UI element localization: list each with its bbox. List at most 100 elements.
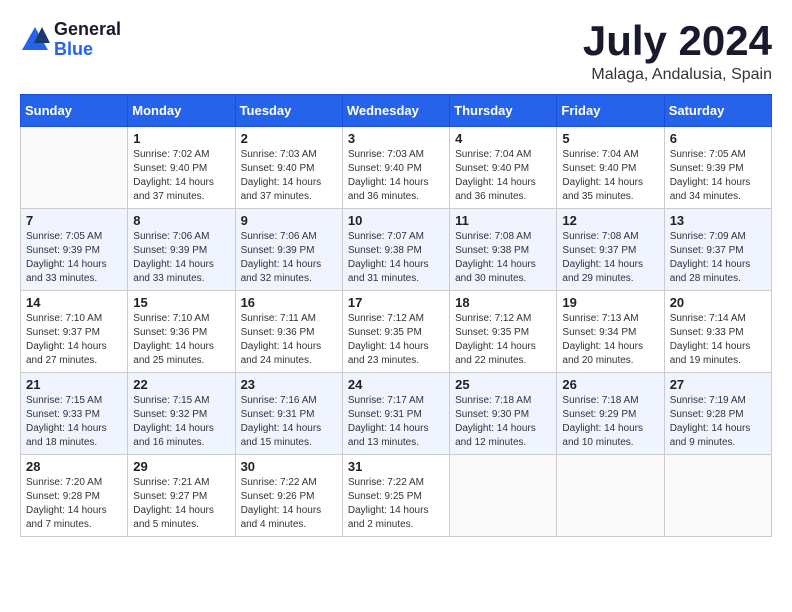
- day-number: 18: [455, 295, 551, 310]
- calendar-header-saturday: Saturday: [664, 95, 771, 127]
- day-number: 10: [348, 213, 444, 228]
- day-number: 31: [348, 459, 444, 474]
- calendar-header-friday: Friday: [557, 95, 664, 127]
- day-info: Sunrise: 7:04 AMSunset: 9:40 PMDaylight:…: [562, 148, 658, 204]
- calendar-cell: 23 Sunrise: 7:16 AMSunset: 9:31 PMDayligh…: [235, 373, 342, 455]
- day-number: 19: [562, 295, 658, 310]
- logo-icon: [20, 25, 50, 55]
- calendar-cell: 27Sunrise: 7:19 AMSunset: 9:28 PMDayligh…: [664, 373, 771, 455]
- day-number: 4: [455, 131, 551, 146]
- calendar-week-row: 21 Sunrise: 7:15 AMSunset: 9:33 PMDayligh…: [21, 373, 772, 455]
- month-title: July 2024: [583, 20, 772, 62]
- day-number: 11: [455, 213, 551, 228]
- calendar-cell: 9 Sunrise: 7:06 AMSunset: 9:39 PMDaylight…: [235, 209, 342, 291]
- calendar-cell: 29 Sunrise: 7:21 AMSunset: 9:27 PMDayligh…: [128, 455, 235, 537]
- logo: General Blue: [20, 20, 121, 60]
- day-info: Sunrise: 7:02 AMSunset: 9:40 PMDaylight:…: [133, 148, 229, 204]
- logo-blue: Blue: [54, 40, 121, 60]
- day-info: Sunrise: 7:20 AMSunset: 9:28 PMDaylight:…: [26, 476, 122, 532]
- calendar-cell: 25Sunrise: 7:18 AMSunset: 9:30 PMDayligh…: [450, 373, 557, 455]
- day-info: Sunrise: 7:19 AMSunset: 9:28 PMDaylight:…: [670, 394, 766, 450]
- day-number: 14: [26, 295, 122, 310]
- calendar-cell: 26 Sunrise: 7:18 AMSunset: 9:29 PMDayligh…: [557, 373, 664, 455]
- day-info: Sunrise: 7:10 AMSunset: 9:37 PMDaylight:…: [26, 312, 122, 368]
- day-number: 3: [348, 131, 444, 146]
- location-title: Malaga, Andalusia, Spain: [583, 66, 772, 84]
- calendar-cell: 31 Sunrise: 7:22 AMSunset: 9:25 PMDayligh…: [342, 455, 449, 537]
- calendar-cell: 17 Sunrise: 7:12 AMSunset: 9:35 PMDayligh…: [342, 291, 449, 373]
- day-info: Sunrise: 7:10 AMSunset: 9:36 PMDaylight:…: [133, 312, 229, 368]
- day-info: Sunrise: 7:09 AMSunset: 9:37 PMDaylight:…: [670, 230, 766, 286]
- calendar-cell: 28Sunrise: 7:20 AMSunset: 9:28 PMDayligh…: [21, 455, 128, 537]
- day-number: 2: [241, 131, 337, 146]
- calendar-cell: 12Sunrise: 7:08 AMSunset: 9:37 PMDayligh…: [557, 209, 664, 291]
- day-info: Sunrise: 7:03 AMSunset: 9:40 PMDaylight:…: [241, 148, 337, 204]
- day-info: Sunrise: 7:15 AMSunset: 9:33 PMDaylight:…: [26, 394, 122, 450]
- calendar-cell: [450, 455, 557, 537]
- day-info: Sunrise: 7:15 AMSunset: 9:32 PMDaylight:…: [133, 394, 229, 450]
- day-info: Sunrise: 7:05 AMSunset: 9:39 PMDaylight:…: [670, 148, 766, 204]
- calendar-header-monday: Monday: [128, 95, 235, 127]
- day-info: Sunrise: 7:14 AMSunset: 9:33 PMDaylight:…: [670, 312, 766, 368]
- day-info: Sunrise: 7:22 AMSunset: 9:25 PMDaylight:…: [348, 476, 444, 532]
- calendar-cell: [664, 455, 771, 537]
- calendar-cell: 21 Sunrise: 7:15 AMSunset: 9:33 PMDayligh…: [21, 373, 128, 455]
- day-info: Sunrise: 7:16 AMSunset: 9:31 PMDaylight:…: [241, 394, 337, 450]
- calendar-cell: 8Sunrise: 7:06 AMSunset: 9:39 PMDaylight…: [128, 209, 235, 291]
- calendar-week-row: 14 Sunrise: 7:10 AMSunset: 9:37 PMDayligh…: [21, 291, 772, 373]
- day-info: Sunrise: 7:12 AMSunset: 9:35 PMDaylight:…: [455, 312, 551, 368]
- day-number: 7: [26, 213, 122, 228]
- day-info: Sunrise: 7:12 AMSunset: 9:35 PMDaylight:…: [348, 312, 444, 368]
- day-info: Sunrise: 7:05 AMSunset: 9:39 PMDaylight:…: [26, 230, 122, 286]
- logo-general: General: [54, 20, 121, 40]
- calendar-table: SundayMondayTuesdayWednesdayThursdayFrid…: [20, 94, 772, 537]
- calendar-cell: 30Sunrise: 7:22 AMSunset: 9:26 PMDayligh…: [235, 455, 342, 537]
- calendar-cell: 5 Sunrise: 7:04 AMSunset: 9:40 PMDaylight…: [557, 127, 664, 209]
- page-header: General Blue July 2024 Malaga, Andalusia…: [20, 20, 772, 84]
- calendar-cell: 4 Sunrise: 7:04 AMSunset: 9:40 PMDaylight…: [450, 127, 557, 209]
- calendar-week-row: 1 Sunrise: 7:02 AMSunset: 9:40 PMDaylight…: [21, 127, 772, 209]
- calendar-week-row: 28Sunrise: 7:20 AMSunset: 9:28 PMDayligh…: [21, 455, 772, 537]
- day-number: 1: [133, 131, 229, 146]
- calendar-cell: 19Sunrise: 7:13 AMSunset: 9:34 PMDayligh…: [557, 291, 664, 373]
- title-section: July 2024 Malaga, Andalusia, Spain: [583, 20, 772, 84]
- calendar-cell: 16Sunrise: 7:11 AMSunset: 9:36 PMDayligh…: [235, 291, 342, 373]
- calendar-cell: 15 Sunrise: 7:10 AMSunset: 9:36 PMDayligh…: [128, 291, 235, 373]
- day-info: Sunrise: 7:17 AMSunset: 9:31 PMDaylight:…: [348, 394, 444, 450]
- day-number: 5: [562, 131, 658, 146]
- day-number: 22: [133, 377, 229, 392]
- day-number: 23: [241, 377, 337, 392]
- calendar-cell: 11Sunrise: 7:08 AMSunset: 9:38 PMDayligh…: [450, 209, 557, 291]
- day-number: 21: [26, 377, 122, 392]
- calendar-header-sunday: Sunday: [21, 95, 128, 127]
- calendar-header-thursday: Thursday: [450, 95, 557, 127]
- calendar-header-tuesday: Tuesday: [235, 95, 342, 127]
- day-number: 17: [348, 295, 444, 310]
- day-number: 6: [670, 131, 766, 146]
- day-number: 29: [133, 459, 229, 474]
- day-number: 16: [241, 295, 337, 310]
- day-info: Sunrise: 7:04 AMSunset: 9:40 PMDaylight:…: [455, 148, 551, 204]
- calendar-cell: 10 Sunrise: 7:07 AMSunset: 9:38 PMDayligh…: [342, 209, 449, 291]
- calendar-cell: 20Sunrise: 7:14 AMSunset: 9:33 PMDayligh…: [664, 291, 771, 373]
- calendar-cell: 7 Sunrise: 7:05 AMSunset: 9:39 PMDaylight…: [21, 209, 128, 291]
- day-info: Sunrise: 7:06 AMSunset: 9:39 PMDaylight:…: [241, 230, 337, 286]
- calendar-cell: 24Sunrise: 7:17 AMSunset: 9:31 PMDayligh…: [342, 373, 449, 455]
- calendar-cell: 2 Sunrise: 7:03 AMSunset: 9:40 PMDaylight…: [235, 127, 342, 209]
- day-info: Sunrise: 7:08 AMSunset: 9:37 PMDaylight:…: [562, 230, 658, 286]
- day-info: Sunrise: 7:21 AMSunset: 9:27 PMDaylight:…: [133, 476, 229, 532]
- calendar-cell: 14 Sunrise: 7:10 AMSunset: 9:37 PMDayligh…: [21, 291, 128, 373]
- calendar-cell: 22 Sunrise: 7:15 AMSunset: 9:32 PMDayligh…: [128, 373, 235, 455]
- day-info: Sunrise: 7:07 AMSunset: 9:38 PMDaylight:…: [348, 230, 444, 286]
- calendar-week-row: 7 Sunrise: 7:05 AMSunset: 9:39 PMDaylight…: [21, 209, 772, 291]
- day-info: Sunrise: 7:18 AMSunset: 9:29 PMDaylight:…: [562, 394, 658, 450]
- day-number: 9: [241, 213, 337, 228]
- calendar-cell: 1 Sunrise: 7:02 AMSunset: 9:40 PMDaylight…: [128, 127, 235, 209]
- calendar-cell: [21, 127, 128, 209]
- calendar-cell: 18 Sunrise: 7:12 AMSunset: 9:35 PMDayligh…: [450, 291, 557, 373]
- calendar-cell: 3Sunrise: 7:03 AMSunset: 9:40 PMDaylight…: [342, 127, 449, 209]
- day-info: Sunrise: 7:22 AMSunset: 9:26 PMDaylight:…: [241, 476, 337, 532]
- day-number: 15: [133, 295, 229, 310]
- day-number: 26: [562, 377, 658, 392]
- calendar-header-row: SundayMondayTuesdayWednesdayThursdayFrid…: [21, 95, 772, 127]
